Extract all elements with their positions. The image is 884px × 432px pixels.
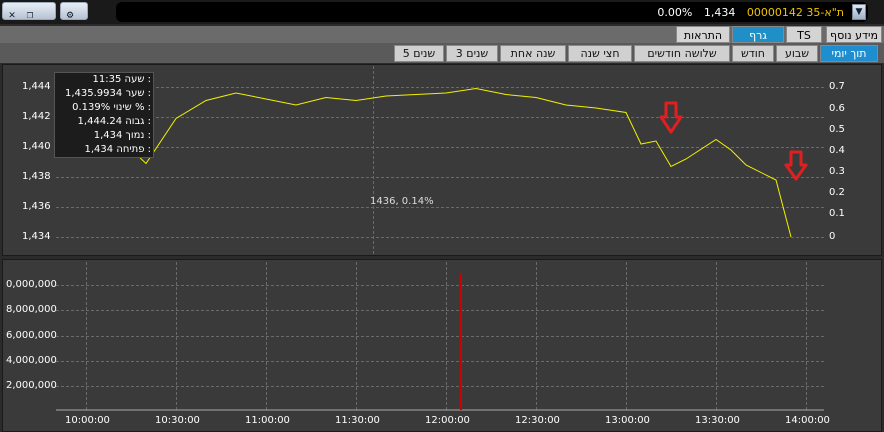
price-line-chart [56,87,824,411]
info-row-change: 0.139% שינוי % : [72,102,151,113]
price-series-line [85,87,792,238]
crosshair-value: 1436, 0.14% [370,196,434,207]
info-row-high: 1,444.24 גבוה : [77,116,151,127]
down-arrow-icon [659,101,683,134]
info-row-low: 1,434 נמוך : [93,130,151,141]
down-arrow-icon [784,150,808,181]
info-row-time: 11:35 שעה : [92,74,151,85]
info-row-rate: 1,435.9934 שער : [64,88,151,99]
tooltip-info-box: 11:35 שעה : 1,435.9934 שער : 0.139% שינו… [54,72,154,158]
info-row-open: 1,434 פתיחה : [84,144,151,155]
volume-bar [460,274,462,410]
